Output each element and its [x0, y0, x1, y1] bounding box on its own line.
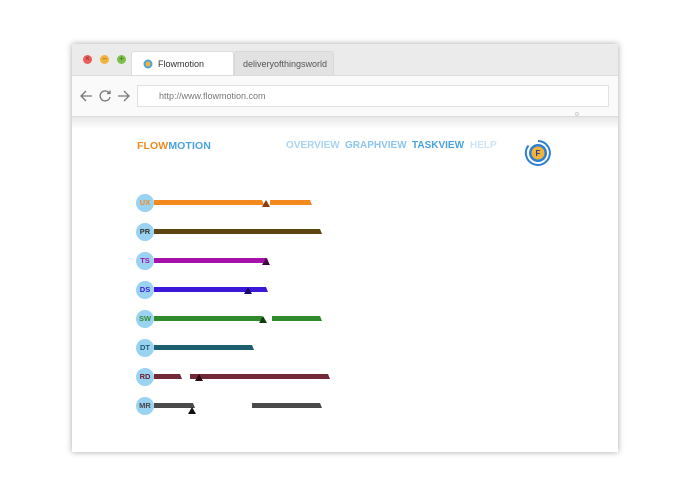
task-bar-segment[interactable]	[154, 200, 264, 205]
milestone-marker-icon[interactable]	[262, 200, 270, 207]
brand-badge-icon[interactable]: F	[524, 139, 552, 167]
close-icon: ×	[85, 54, 90, 63]
task-row-sw[interactable]: SW	[72, 310, 618, 330]
tab-label: deliveryofthingsworld	[243, 59, 328, 69]
task-badge[interactable]: TS	[136, 252, 154, 270]
task-badge[interactable]: DT	[136, 339, 154, 357]
task-row-dt[interactable]: DT	[72, 339, 618, 359]
task-bar-segment[interactable]	[154, 374, 182, 379]
tab-flowmotion[interactable]: Flowmotion	[131, 51, 234, 75]
logo-part-motion: MOTION	[168, 140, 211, 152]
task-bar-segment[interactable]	[154, 316, 264, 321]
tab-label: Flowmotion	[158, 59, 205, 69]
milestone-marker-icon[interactable]	[244, 287, 252, 294]
nav-help[interactable]: HELP	[470, 140, 497, 151]
nav-overview[interactable]: OVERVIEW	[286, 140, 340, 151]
nav-taskview[interactable]: TASKVIEW	[412, 140, 464, 151]
milestone-marker-icon[interactable]	[262, 258, 270, 265]
task-row-rd[interactable]: RD	[72, 368, 618, 388]
milestone-marker-icon[interactable]	[259, 316, 267, 323]
browser-toolbar: http://www.flowmotion.com	[72, 75, 618, 117]
zoom-button[interactable]: +	[117, 54, 126, 64]
milestone-marker-icon[interactable]	[195, 374, 203, 381]
task-bar-segment[interactable]	[154, 229, 322, 234]
task-badge[interactable]: PR	[136, 223, 154, 241]
task-bar-segment[interactable]	[154, 345, 254, 350]
milestone-marker-icon[interactable]	[188, 407, 196, 414]
task-badge[interactable]: SW	[136, 310, 154, 328]
task-badge[interactable]: DS	[136, 281, 154, 299]
task-row-ds[interactable]: DS	[72, 281, 618, 301]
tab-deliveryofthingsworld[interactable]: deliveryofthingsworld	[234, 51, 334, 75]
logo-part-flow: FLOW	[137, 140, 169, 152]
url-text: http://www.flowmotion.com	[159, 91, 266, 101]
forward-arrow-icon[interactable]	[116, 88, 130, 104]
task-bar-segment[interactable]	[154, 258, 269, 263]
scroll-indicator	[575, 112, 579, 116]
task-row-mr[interactable]: MR	[72, 397, 618, 417]
back-arrow-icon[interactable]	[80, 88, 94, 104]
task-row-pr[interactable]: PR	[72, 223, 618, 243]
task-badge[interactable]: MR	[136, 397, 154, 415]
page-top-shadow	[72, 117, 618, 129]
zoom-icon: +	[119, 54, 124, 63]
minimize-button[interactable]: –	[100, 54, 109, 64]
task-bar-segment[interactable]	[270, 200, 312, 205]
task-bar-segment[interactable]	[272, 316, 322, 321]
tab-bar: × – + Flowmotion deliveryofthingsworld	[72, 44, 618, 75]
reload-icon[interactable]	[98, 88, 112, 104]
flowmotion-favicon-icon	[143, 59, 153, 69]
task-badge[interactable]: RD	[136, 368, 154, 386]
nav-graphview[interactable]: GRAPHVIEW	[345, 140, 407, 151]
task-badge[interactable]: UX	[136, 194, 154, 212]
task-row-ts[interactable]: TS	[72, 252, 618, 272]
app-logo[interactable]: FLOWMOTION	[137, 140, 211, 152]
task-bar-segment[interactable]	[190, 374, 330, 379]
task-row-ux[interactable]: UX	[72, 194, 618, 214]
browser-window: × – + Flowmotion deliveryofthingsworld h…	[72, 44, 618, 452]
minimize-icon: –	[102, 54, 107, 63]
task-bar-segment[interactable]	[252, 403, 322, 408]
badge-letter: F	[536, 149, 541, 158]
address-bar[interactable]: http://www.flowmotion.com	[137, 85, 609, 107]
close-button[interactable]: ×	[83, 54, 92, 64]
